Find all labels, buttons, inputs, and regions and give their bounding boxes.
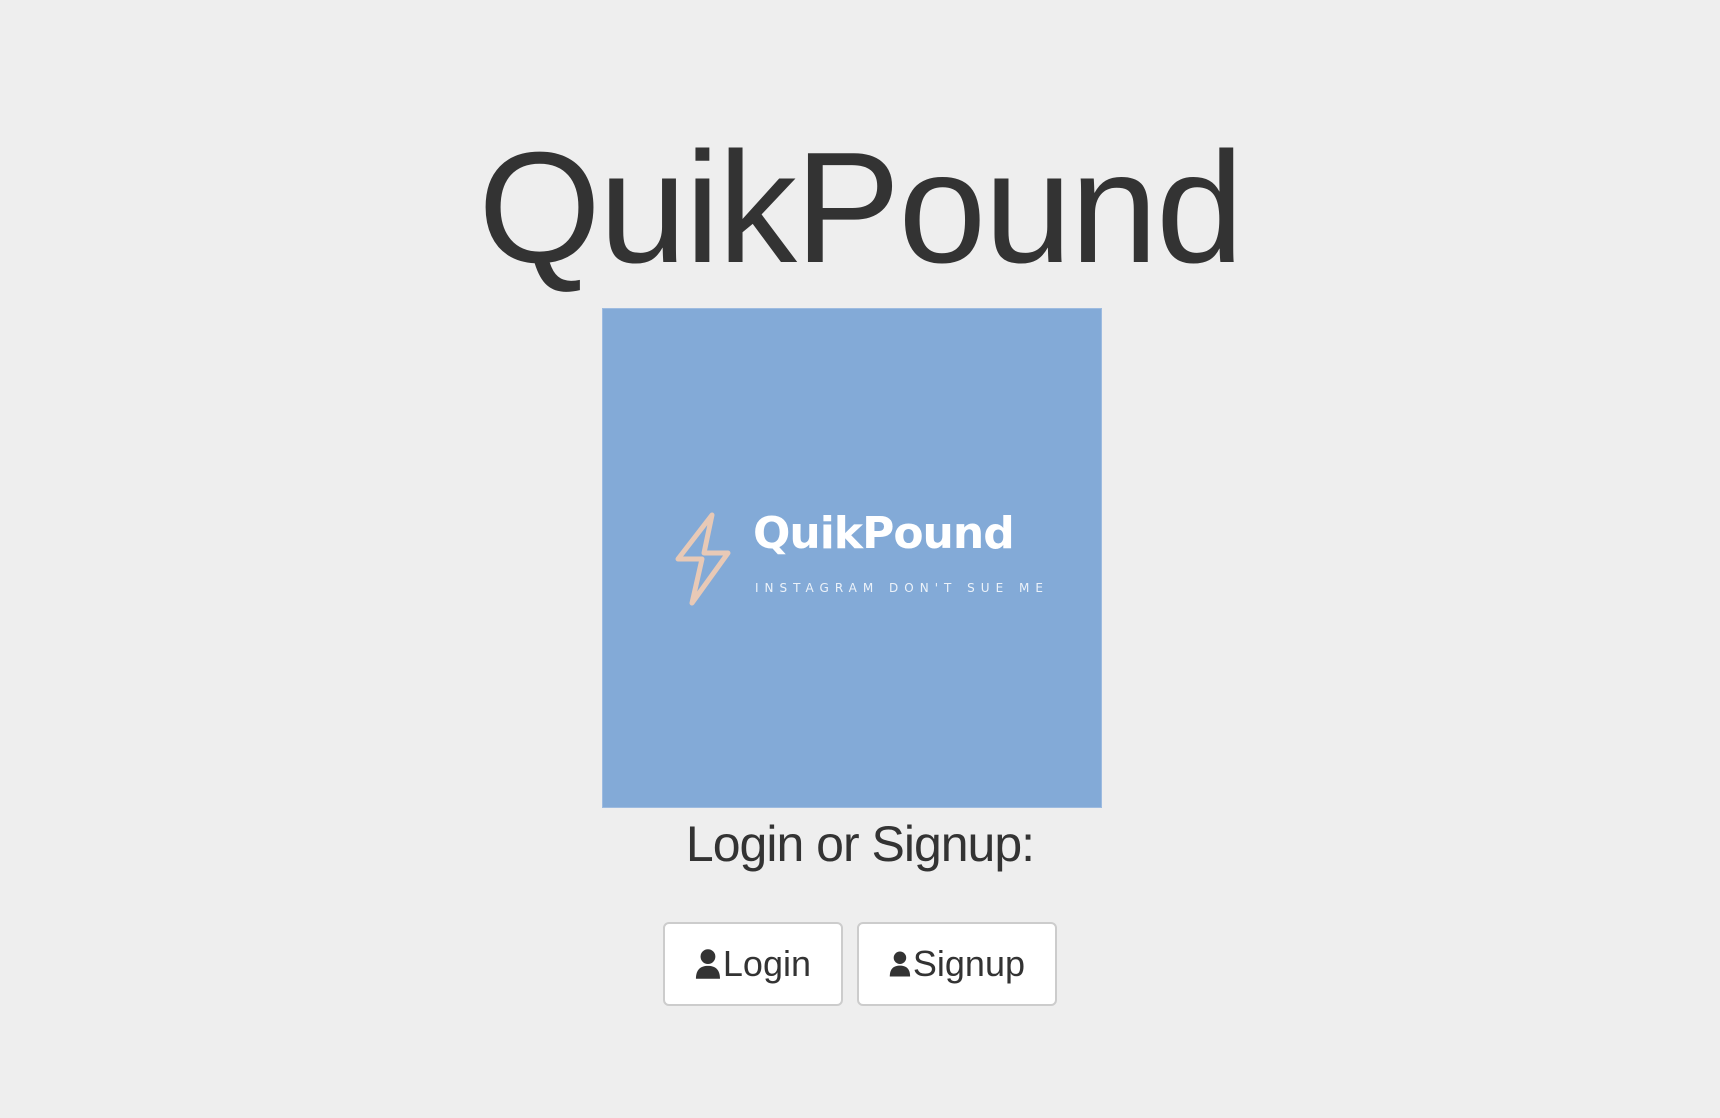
user-icon [889, 951, 911, 977]
signup-button[interactable]: Signup [857, 922, 1057, 1006]
page-title: QuikPound [478, 120, 1244, 296]
auth-buttons: Login Signup [0, 922, 1720, 1006]
login-button-label: Login [722, 943, 811, 984]
logo-tagline: INSTAGRAM DON'T SUE ME [755, 581, 1049, 595]
logo-image: QuikPound INSTAGRAM DON'T SUE ME [602, 308, 1102, 808]
page: QuikPound QuikPound INSTAGRAM DON'T SUE … [0, 0, 1720, 1118]
login-signup-prompt: Login or Signup: [685, 816, 1035, 872]
lightning-bolt-icon [675, 512, 731, 606]
signup-button-label: Signup [912, 943, 1025, 984]
user-icon [695, 949, 720, 979]
login-button[interactable]: Login [663, 922, 843, 1006]
logo-name: QuikPound [753, 508, 1015, 559]
